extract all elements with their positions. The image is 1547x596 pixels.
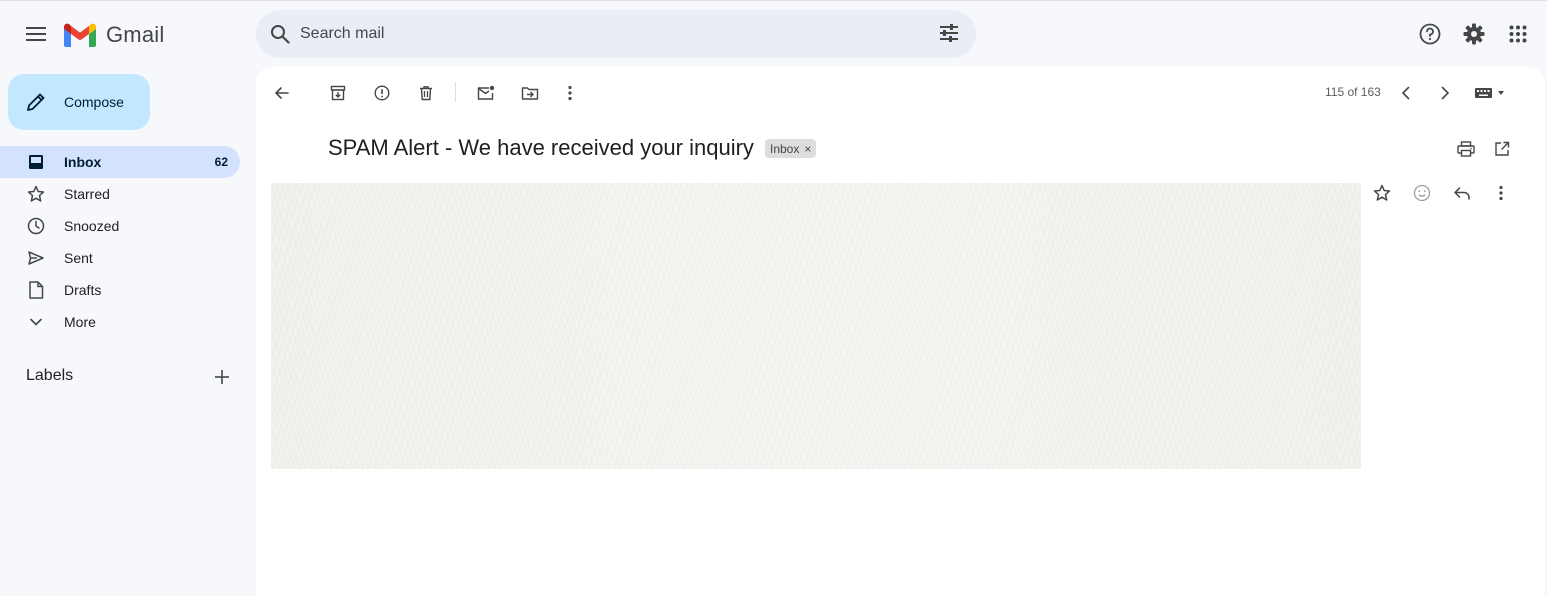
email-subject: SPAM Alert - We have received your inqui… (328, 135, 754, 160)
compose-label: Compose (64, 94, 124, 110)
print-icon (1457, 141, 1475, 157)
message-more-button[interactable] (1487, 179, 1515, 207)
compose-button[interactable]: Compose (8, 74, 150, 130)
report-spam-button[interactable] (368, 79, 396, 107)
labels-header: Labels (26, 367, 74, 384)
chevron-left-icon (1401, 86, 1410, 100)
search-options-button[interactable] (938, 22, 960, 44)
report-spam-icon (374, 85, 390, 101)
remove-label-button[interactable]: × (804, 142, 811, 156)
input-tools-button[interactable] (1470, 79, 1510, 107)
search-button[interactable] (268, 22, 292, 46)
unread-count: 62 (214, 155, 228, 169)
sidebar-item-drafts[interactable]: Drafts (0, 274, 240, 306)
more-vert-icon (1499, 185, 1503, 201)
sidebar-item-label: Starred (64, 186, 110, 202)
sidebar-item-more[interactable]: More (0, 306, 240, 338)
draft-icon (26, 280, 46, 300)
apps-grid-icon (1509, 25, 1527, 43)
archive-icon (330, 85, 346, 101)
create-label-button[interactable] (210, 365, 234, 389)
reply-icon (1454, 187, 1470, 200)
pagination-count: 115 of 163 (1325, 85, 1381, 99)
inbox-label-chip[interactable]: Inbox × (765, 139, 817, 158)
plus-icon (215, 370, 229, 384)
more-actions-button[interactable] (556, 79, 584, 107)
open-in-new-icon (1495, 141, 1510, 156)
search-bar (256, 10, 976, 58)
mark-unread-icon (477, 85, 495, 100)
open-new-window-button[interactable] (1488, 135, 1516, 163)
pencil-icon (27, 93, 45, 111)
help-icon (1419, 23, 1441, 45)
sidebar-item-snoozed[interactable]: Snoozed (0, 210, 240, 242)
chevron-right-icon (1441, 86, 1450, 100)
clock-icon (26, 216, 46, 236)
back-button[interactable] (268, 79, 296, 107)
toolbar-divider (455, 82, 456, 102)
delete-button[interactable] (412, 79, 440, 107)
send-icon (26, 248, 46, 268)
move-to-button[interactable] (516, 79, 544, 107)
star-icon (1373, 184, 1391, 201)
star-icon (26, 184, 46, 204)
google-apps-button[interactable] (1502, 18, 1534, 50)
main-menu-button[interactable] (18, 16, 54, 52)
keyboard-icon (1475, 88, 1504, 98)
reply-button[interactable] (1448, 179, 1476, 207)
search-input[interactable] (300, 25, 900, 43)
chevron-down-icon (26, 312, 46, 332)
mark-unread-button[interactable] (472, 79, 500, 107)
star-message-button[interactable] (1368, 179, 1396, 207)
message-view: 115 of 163 SPAM Alert - We have received… (256, 67, 1545, 596)
sidebar-nav: Inbox 62 Starred Snoozed Sent Drafts Mor… (0, 146, 240, 338)
gmail-logo[interactable]: Gmail (64, 22, 164, 48)
sidebar-item-starred[interactable]: Starred (0, 178, 240, 210)
sidebar-item-label: Sent (64, 250, 93, 266)
print-all-button[interactable] (1452, 135, 1480, 163)
gmail-logo-text: Gmail (106, 22, 165, 47)
archive-button[interactable] (324, 79, 352, 107)
search-icon (271, 25, 290, 44)
tune-icon (940, 24, 958, 42)
sidebar-item-label: More (64, 314, 96, 330)
message-body-image (271, 183, 1361, 469)
hamburger-menu-icon (26, 27, 46, 41)
sidebar-item-sent[interactable]: Sent (0, 242, 240, 274)
trash-icon (420, 86, 432, 101)
arrow-left-icon (275, 87, 289, 99)
newer-button[interactable] (1392, 79, 1420, 107)
sidebar-item-label: Inbox (64, 154, 102, 170)
settings-button[interactable] (1458, 18, 1490, 50)
gmail-m-icon (64, 23, 96, 47)
add-reaction-button[interactable] (1408, 179, 1436, 207)
inbox-icon (26, 152, 46, 172)
move-to-folder-icon (521, 87, 539, 100)
sidebar-item-label: Snoozed (64, 218, 120, 234)
support-button[interactable] (1414, 18, 1446, 50)
gear-icon (1463, 23, 1485, 45)
emoji-icon (1413, 184, 1431, 202)
sidebar-item-label: Drafts (64, 282, 102, 298)
older-button[interactable] (1431, 79, 1459, 107)
more-vert-icon (568, 85, 572, 101)
sidebar-item-inbox[interactable]: Inbox 62 (0, 146, 240, 178)
label-chip-text: Inbox (770, 141, 800, 156)
